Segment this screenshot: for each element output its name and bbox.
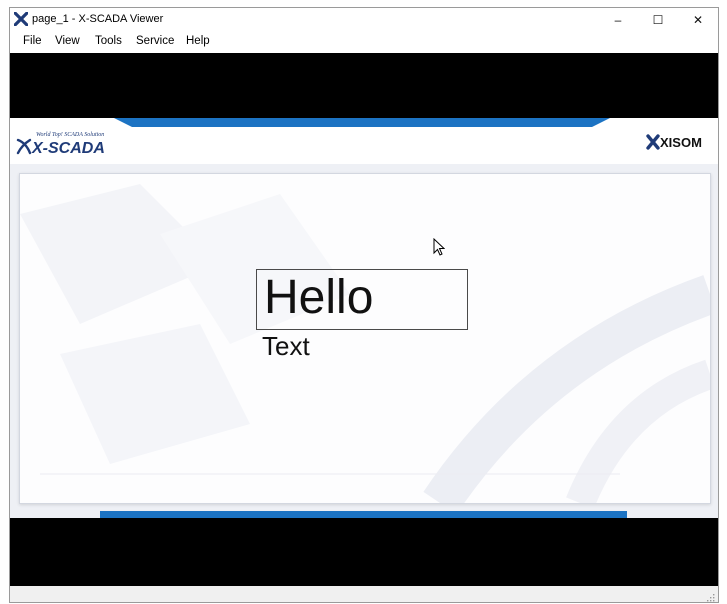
hello-text: Hello xyxy=(264,271,374,324)
xisom-name: XISOM xyxy=(660,135,702,150)
minimize-button[interactable]: – xyxy=(598,8,638,31)
menu-file[interactable]: File xyxy=(23,35,42,47)
display-panel xyxy=(19,173,711,504)
title-bar[interactable]: page_1 - X-SCADA Viewer – ☐ ✕ xyxy=(10,8,718,31)
status-bar xyxy=(10,586,718,602)
bottom-black-band xyxy=(10,518,718,586)
x-scada-app-icon xyxy=(14,12,28,26)
menu-tools[interactable]: Tools xyxy=(95,35,122,47)
maximize-icon: ☐ xyxy=(652,12,664,27)
window-title: page_1 - X-SCADA Viewer xyxy=(32,13,164,25)
mouse-cursor-icon xyxy=(433,238,445,256)
resize-grip-icon[interactable] xyxy=(705,592,715,602)
logo-tagline: World Top! SCADA Solution xyxy=(36,132,104,138)
close-button[interactable]: ✕ xyxy=(678,8,718,31)
hello-text-box[interactable]: Hello xyxy=(256,269,468,330)
text-label: Text xyxy=(262,331,310,361)
menu-help[interactable]: Help xyxy=(186,35,210,47)
menu-service[interactable]: Service xyxy=(136,35,174,47)
panel-watermark xyxy=(20,184,710,503)
top-black-band xyxy=(10,53,718,118)
x-scada-logo: World Top! SCADA Solution X-SCADA xyxy=(16,132,105,155)
logo-name: X-SCADA xyxy=(31,140,105,155)
xisom-logo: XISOM xyxy=(646,134,702,150)
minimize-icon: – xyxy=(614,12,622,27)
viewer-window: page_1 - X-SCADA Viewer – ☐ ✕ File View … xyxy=(9,7,719,603)
close-icon: ✕ xyxy=(692,12,704,27)
menu-bar: File View Tools Service Help xyxy=(10,31,718,53)
menu-view[interactable]: View xyxy=(55,35,80,47)
header-accent-bar xyxy=(114,118,610,127)
maximize-button[interactable]: ☐ xyxy=(638,8,678,31)
